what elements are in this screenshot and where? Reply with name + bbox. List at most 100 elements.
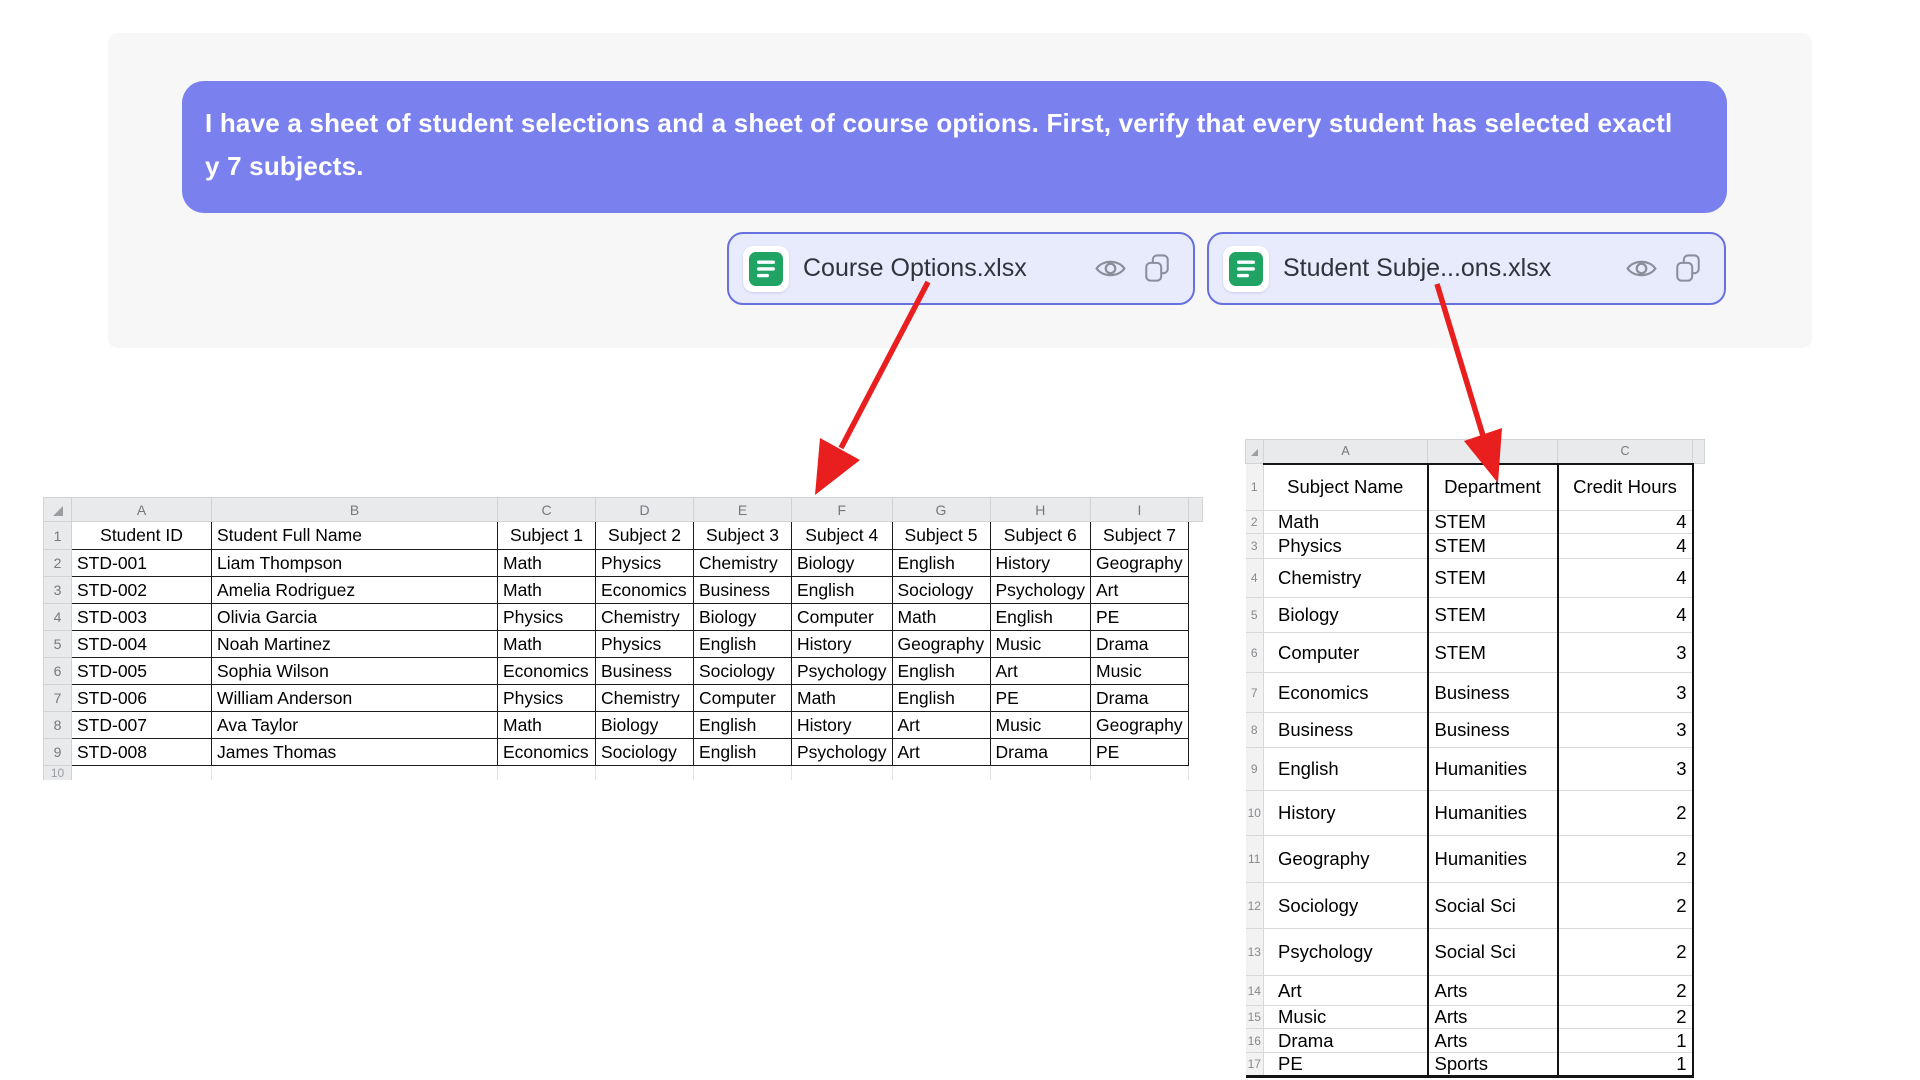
cell: STD-001 [72, 550, 212, 577]
row-number: 3 [44, 577, 72, 604]
preview-eye-icon[interactable] [1094, 256, 1127, 281]
column-letter-clipped [1693, 440, 1705, 464]
cell: Sociology [892, 577, 990, 604]
header-row: 1Student IDStudent Full NameSubject 1 Sub… [44, 522, 1203, 550]
row-number: 4 [44, 604, 72, 631]
table-row: 3STD-002Amelia RodriguezMathEconomicsBus… [44, 577, 1203, 604]
header-cell: Subject 3 [694, 522, 792, 550]
clipped-area [1693, 464, 1705, 511]
preview-eye-icon[interactable] [1625, 256, 1658, 281]
clipped-area [1693, 836, 1705, 883]
clipped-cell [1091, 766, 1189, 781]
row-number: 6 [1246, 633, 1264, 673]
cell: PE [990, 685, 1091, 712]
user-message-line-2: y 7 subjects. [205, 145, 1727, 188]
cell: Liam Thompson [212, 550, 498, 577]
attachment-filename: Course Options.xlsx [803, 254, 1039, 283]
cell-department: STEM [1428, 559, 1558, 598]
column-letter-clipped [1189, 498, 1203, 522]
cell: Art [892, 739, 990, 766]
clipped-cell [212, 766, 498, 781]
cell: PE [1091, 739, 1189, 766]
clipped-cell [792, 766, 893, 781]
cell: Math [792, 685, 893, 712]
cell: Math [498, 712, 596, 739]
clipped-area [1189, 766, 1203, 781]
header-cell: Subject 1 [498, 522, 596, 550]
corner-triangle-icon [1251, 449, 1258, 456]
student-selections-table: ABCDEFGHI1Student IDStudent Full NameSub… [43, 497, 1203, 780]
attachment-chip-student-subjects[interactable]: Student Subje...ons.xlsx [1207, 232, 1726, 305]
cell: STD-002 [72, 577, 212, 604]
cell-credit-hours: 2 [1558, 836, 1693, 883]
row-number: 14 [1246, 976, 1264, 1006]
header-cell: Department [1428, 464, 1558, 511]
attachment-chip-course-options[interactable]: Course Options.xlsx [727, 232, 1195, 305]
cell: Art [990, 658, 1091, 685]
cell-credit-hours: 3 [1558, 633, 1693, 673]
copy-icon[interactable] [1143, 253, 1171, 284]
table-row: 12SociologySocial Sci2 [1246, 883, 1705, 929]
row-number: 2 [1246, 511, 1264, 534]
cell: Business [694, 577, 792, 604]
corner-triangle-icon [53, 506, 63, 516]
cell-subject-name: Business [1264, 713, 1428, 748]
cell-credit-hours: 2 [1558, 929, 1693, 976]
cell-department: Sports [1428, 1053, 1558, 1077]
cell-department: Arts [1428, 976, 1558, 1006]
table-row: 5STD-004Noah MartinezMathPhysicsEnglishH… [44, 631, 1203, 658]
row-number: 9 [44, 739, 72, 766]
table-row: 7STD-006William AndersonPhysicsChemistry… [44, 685, 1203, 712]
cell: Music [990, 631, 1091, 658]
row-number: 2 [44, 550, 72, 577]
clipped-area [1693, 511, 1705, 534]
cell: Math [892, 604, 990, 631]
cell-department: STEM [1428, 598, 1558, 633]
cell: Olivia Garcia [212, 604, 498, 631]
header-cell: Student Full Name [212, 522, 498, 550]
header-row: 1Subject NameDepartmentCredit Hours [1246, 464, 1705, 511]
cell: English [892, 658, 990, 685]
cell: Chemistry [596, 604, 694, 631]
column-letter: C [498, 498, 596, 522]
row-number-clipped: 10 [44, 766, 72, 781]
clipped-area [1693, 929, 1705, 976]
cell-subject-name: Sociology [1264, 883, 1428, 929]
table-row: 2MathSTEM4 [1246, 511, 1705, 534]
cell: Drama [990, 739, 1091, 766]
cell: Physics [498, 604, 596, 631]
row-number: 1 [44, 522, 72, 550]
clipped-area [1189, 577, 1203, 604]
clipped-area [1693, 559, 1705, 598]
clipped-area [1693, 1053, 1705, 1077]
cell: English [892, 685, 990, 712]
copy-icon[interactable] [1674, 253, 1702, 284]
cell-department: Arts [1428, 1029, 1558, 1053]
course-options-table: ABC1Subject NameDepartmentCredit Hours2M… [1245, 439, 1705, 1078]
cell-credit-hours: 4 [1558, 598, 1693, 633]
cell-subject-name: Biology [1264, 598, 1428, 633]
row-number: 8 [44, 712, 72, 739]
clipped-row: 10 [44, 766, 1203, 781]
cell-credit-hours: 1 [1558, 1053, 1693, 1077]
table-row: 9EnglishHumanities3 [1246, 748, 1705, 791]
row-number: 15 [1246, 1006, 1264, 1029]
cell-subject-name: Chemistry [1264, 559, 1428, 598]
cell-credit-hours: 1 [1558, 1029, 1693, 1053]
clipped-area [1189, 550, 1203, 577]
cell-credit-hours: 2 [1558, 883, 1693, 929]
cell: STD-004 [72, 631, 212, 658]
cell: Sociology [596, 739, 694, 766]
cell-subject-name: PE [1264, 1053, 1428, 1077]
table-row: 3PhysicsSTEM4 [1246, 534, 1705, 559]
column-letter: B [1428, 440, 1558, 464]
cell-credit-hours: 3 [1558, 673, 1693, 713]
table-row: 4ChemistrySTEM4 [1246, 559, 1705, 598]
clipped-area [1693, 791, 1705, 836]
row-number: 7 [1246, 673, 1264, 713]
header-cell: Student ID [72, 522, 212, 550]
clipped-area [1189, 685, 1203, 712]
cell-subject-name: Economics [1264, 673, 1428, 713]
cell: English [892, 550, 990, 577]
cell: Business [596, 658, 694, 685]
